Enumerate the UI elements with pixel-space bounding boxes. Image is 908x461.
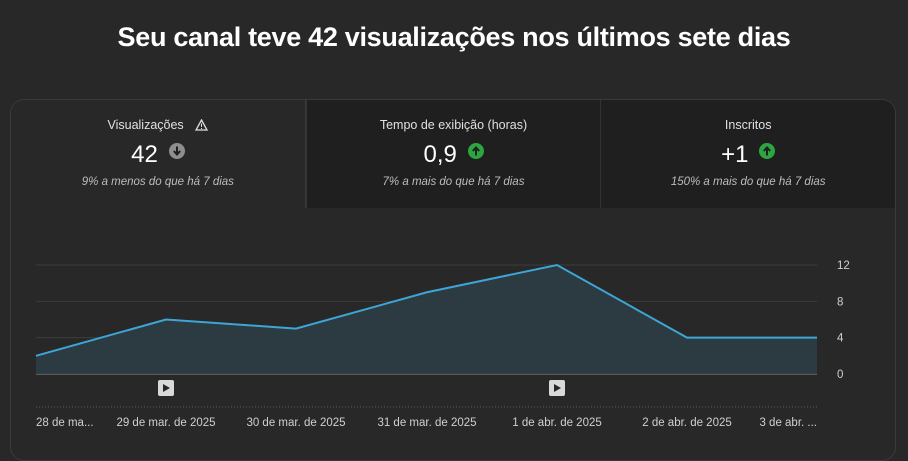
x-tick-label: 3 de abr. ...	[759, 417, 817, 429]
x-tick-label: 2 de abr. de 2025	[642, 417, 732, 429]
series-area	[36, 265, 817, 374]
y-tick-label: 12	[837, 260, 850, 272]
x-tick-label: 29 de mar. de 2025	[116, 417, 215, 429]
x-tick-label: 30 de mar. de 2025	[246, 417, 345, 429]
y-tick-label: 4	[837, 333, 844, 345]
x-tick-label: 31 de mar. de 2025	[377, 417, 476, 429]
y-tick-label: 8	[837, 296, 843, 308]
x-tick-label: 1 de abr. de 2025	[512, 417, 602, 429]
x-tick-label: 28 de ma...	[36, 417, 94, 429]
analytics-card: Visualizações 42 9% a menos do que há 7 …	[10, 99, 896, 461]
y-tick-label: 0	[837, 369, 843, 381]
page-headline: Seu canal teve 42 visualizações nos últi…	[0, 22, 908, 53]
views-chart: 0 4 8 12 28 de ma... 29 de mar. de 2025 30 de …	[11, 100, 895, 460]
